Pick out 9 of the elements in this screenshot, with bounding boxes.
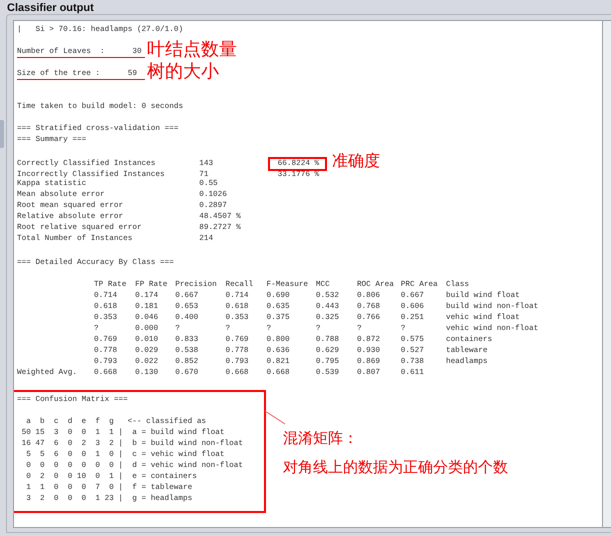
annotation-text: 叶结点数量 (147, 40, 237, 60)
panel-title: Classifier output (6, 1, 95, 14)
annotation-text: 混淆矩阵： (283, 429, 358, 448)
splitter-handle[interactable] (0, 120, 4, 148)
annotation-text: 准确度 (332, 151, 380, 170)
leader-line (264, 410, 286, 424)
scrollbar[interactable] (603, 20, 611, 528)
annotation-text: 树的大小 (147, 62, 219, 82)
annotation-text: 对角线上的数据为正确分类的个数 (283, 458, 508, 477)
